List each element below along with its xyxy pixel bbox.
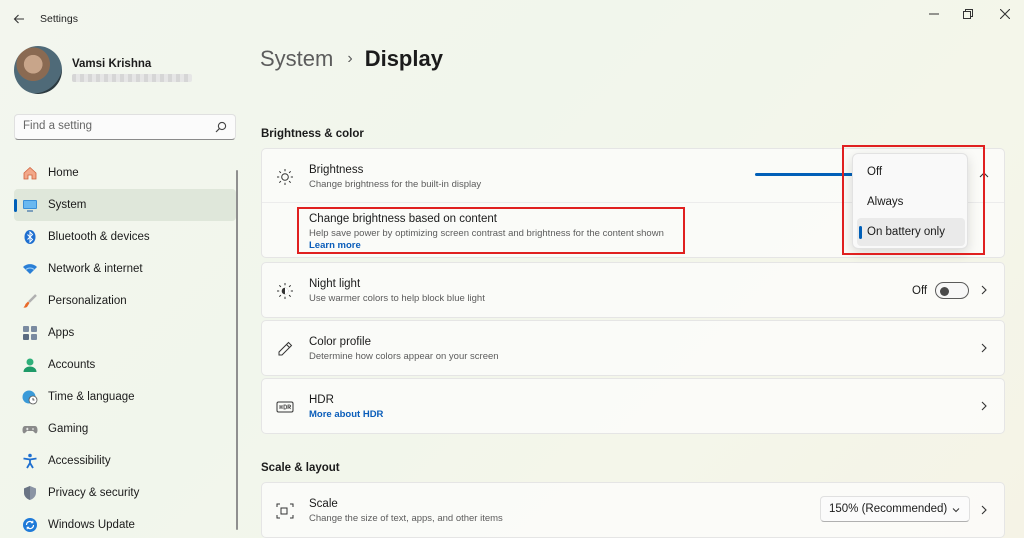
sidebar-item-label: Accounts (48, 359, 96, 371)
back-arrow-icon (13, 14, 24, 24)
sidebar-item-label: Gaming (48, 423, 89, 435)
dropdown-option-off[interactable]: Off (857, 158, 965, 186)
bluetooth-icon (24, 230, 36, 244)
dropdown-option-on-battery-only[interactable]: On battery only (857, 218, 965, 246)
sidebar-item-label: Apps (48, 327, 75, 339)
brightness-title: Brightness (309, 164, 364, 176)
sidebar-item-label: System (48, 199, 87, 211)
page-title: Display (364, 46, 443, 71)
shield-icon (24, 486, 36, 500)
app-title: Settings (40, 13, 78, 25)
search-icon[interactable] (215, 121, 227, 133)
scale-select[interactable]: 150% (Recommended) (820, 496, 970, 522)
minimize-button[interactable] (924, 6, 944, 22)
sidebar-scrollbar[interactable] (236, 170, 238, 530)
sidebar-item-accounts[interactable]: Accounts (14, 349, 236, 381)
sidebar-item-label: Privacy & security (48, 487, 140, 499)
sidebar-item-label: Time & language (48, 391, 135, 403)
sidebar-item-label: Personalization (48, 295, 127, 307)
scale-select-value: 150% (Recommended) (829, 503, 948, 515)
chevron-right-icon[interactable] (978, 284, 990, 296)
scale-subtitle: Change the size of text, apps, and other… (309, 513, 503, 524)
back-button[interactable] (10, 10, 28, 28)
title-bar: Settings (0, 0, 1024, 38)
sidebar-item-system[interactable]: System (14, 189, 236, 221)
avatar[interactable] (14, 46, 62, 94)
sidebar-item-personalization[interactable]: Personalization (14, 285, 236, 317)
close-icon (1000, 9, 1010, 19)
sidebar-item-home[interactable]: Home (14, 157, 236, 189)
breadcrumb: System › Display (260, 46, 443, 72)
brush-icon (23, 294, 37, 308)
sidebar-nav: Home System Bluetooth & devices Network … (14, 157, 236, 538)
section-title-brightness-color: Brightness & color (261, 128, 364, 140)
sidebar-item-label: Accessibility (48, 455, 111, 467)
content-brightness-subtitle: Help save power by optimizing screen con… (309, 228, 664, 239)
chevron-right-icon[interactable] (978, 504, 990, 516)
apps-icon (23, 326, 37, 340)
breadcrumb-parent[interactable]: System (260, 46, 333, 72)
restore-button[interactable] (958, 6, 978, 22)
brightness-content-dropdown: Off Always On battery only (852, 153, 968, 249)
sidebar-item-label: Windows Update (48, 519, 135, 531)
hdr-icon (276, 401, 294, 413)
sidebar-item-gaming[interactable]: Gaming (14, 413, 236, 445)
gamepad-icon (22, 426, 38, 434)
night-light-state: Off (912, 285, 928, 297)
eyedropper-icon (278, 341, 293, 356)
section-title-scale-layout: Scale & layout (261, 462, 340, 474)
sidebar-item-label: Home (48, 167, 79, 179)
sidebar-item-label: Network & internet (48, 263, 143, 275)
hdr-title: HDR (309, 394, 334, 406)
sidebar-item-bluetooth[interactable]: Bluetooth & devices (14, 221, 236, 253)
sidebar-item-accessibility[interactable]: Accessibility (14, 445, 236, 477)
night-light-subtitle: Use warmer colors to help block blue lig… (309, 293, 485, 304)
home-icon (23, 166, 37, 180)
color-profile-card[interactable]: Color profile Determine how colors appea… (261, 320, 1005, 376)
monitor-icon (23, 200, 37, 212)
close-button[interactable] (995, 6, 1015, 22)
brightness-slider[interactable] (755, 173, 853, 176)
night-light-toggle[interactable] (935, 282, 969, 299)
hdr-card[interactable]: HDR More about HDR (261, 378, 1005, 434)
scale-icon (276, 503, 294, 519)
chevron-right-icon[interactable] (978, 400, 990, 412)
sidebar-item-privacy-security[interactable]: Privacy & security (14, 477, 236, 509)
globe-clock-icon (22, 390, 38, 405)
restore-icon (963, 9, 973, 19)
content-brightness-title: Change brightness based on content (309, 213, 497, 225)
sidebar-item-apps[interactable]: Apps (14, 317, 236, 349)
person-icon (23, 358, 37, 372)
sidebar-item-windows-update[interactable]: Windows Update (14, 509, 236, 538)
chevron-up-icon[interactable] (978, 169, 990, 181)
chevron-down-icon (952, 508, 960, 513)
chevron-right-icon[interactable] (978, 342, 990, 354)
hdr-link[interactable]: More about HDR (309, 409, 383, 420)
breadcrumb-separator: › (347, 50, 353, 67)
dropdown-option-always[interactable]: Always (857, 188, 965, 216)
update-icon (23, 518, 37, 532)
night-light-card[interactable]: Night light Use warmer colors to help bl… (261, 262, 1005, 318)
search-box[interactable] (14, 114, 236, 140)
scale-title: Scale (309, 498, 338, 510)
user-email-redacted (72, 74, 192, 82)
color-profile-subtitle: Determine how colors appear on your scre… (309, 351, 499, 362)
sidebar-item-time-language[interactable]: Time & language (14, 381, 236, 413)
sun-icon (277, 169, 293, 185)
search-input[interactable] (23, 120, 209, 132)
sidebar-item-network[interactable]: Network & internet (14, 253, 236, 285)
learn-more-link[interactable]: Learn more (309, 240, 361, 251)
night-light-title: Night light (309, 278, 361, 290)
accessibility-icon (23, 453, 37, 469)
minimize-icon (929, 13, 939, 15)
night-light-icon (277, 283, 293, 299)
wifi-icon (23, 264, 37, 274)
sidebar-item-label: Bluetooth & devices (48, 231, 150, 243)
color-profile-title: Color profile (309, 336, 371, 348)
user-name: Vamsi Krishna (72, 58, 152, 70)
brightness-subtitle: Change brightness for the built-in displ… (309, 179, 482, 190)
